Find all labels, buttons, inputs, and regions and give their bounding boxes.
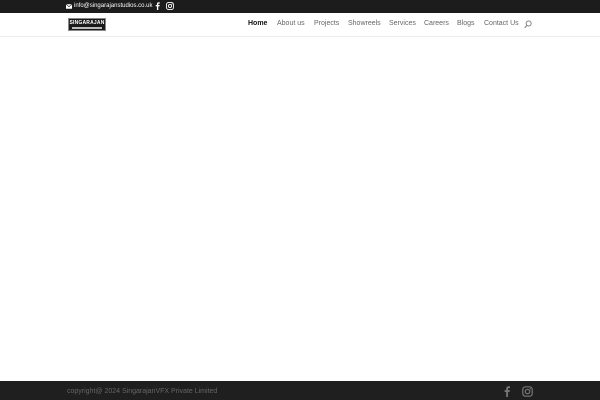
nav-item-careers[interactable]: Careers xyxy=(424,20,449,27)
nav-item-projects[interactable]: Projects xyxy=(314,20,339,27)
logo-text: SINGARAJAN xyxy=(69,19,105,26)
mail-icon xyxy=(66,3,72,9)
nav-item-showreels[interactable]: Showreels xyxy=(348,20,381,27)
facebook-icon[interactable] xyxy=(155,2,160,10)
logo-underline xyxy=(72,26,102,29)
email-text: info@singarajanstudios.co.uk xyxy=(74,3,153,9)
footer: copyright@ 2024 SingarajanVFX Private Li… xyxy=(0,381,600,400)
instagram-icon[interactable] xyxy=(522,386,533,397)
site-logo[interactable]: SINGARAJAN xyxy=(68,18,106,31)
contact-email[interactable]: info@singarajanstudios.co.uk xyxy=(66,3,152,9)
copyright-text: copyright@ 2024 SingarajanVFX Private Li… xyxy=(67,388,218,395)
nav-item-home[interactable]: Home xyxy=(248,20,267,27)
instagram-icon[interactable] xyxy=(166,2,174,10)
main-content xyxy=(0,37,600,381)
top-bar: info@singarajanstudios.co.uk xyxy=(0,0,600,13)
search-icon[interactable] xyxy=(524,20,532,29)
nav-item-blogs[interactable]: Blogs xyxy=(457,20,475,27)
nav-item-services[interactable]: Services xyxy=(389,20,416,27)
facebook-icon[interactable] xyxy=(504,386,510,397)
nav-item-contact[interactable]: Contact Us xyxy=(484,20,519,27)
main-header: SINGARAJAN Home About us Projects Showre… xyxy=(0,13,600,37)
nav-item-about[interactable]: About us xyxy=(277,20,305,27)
